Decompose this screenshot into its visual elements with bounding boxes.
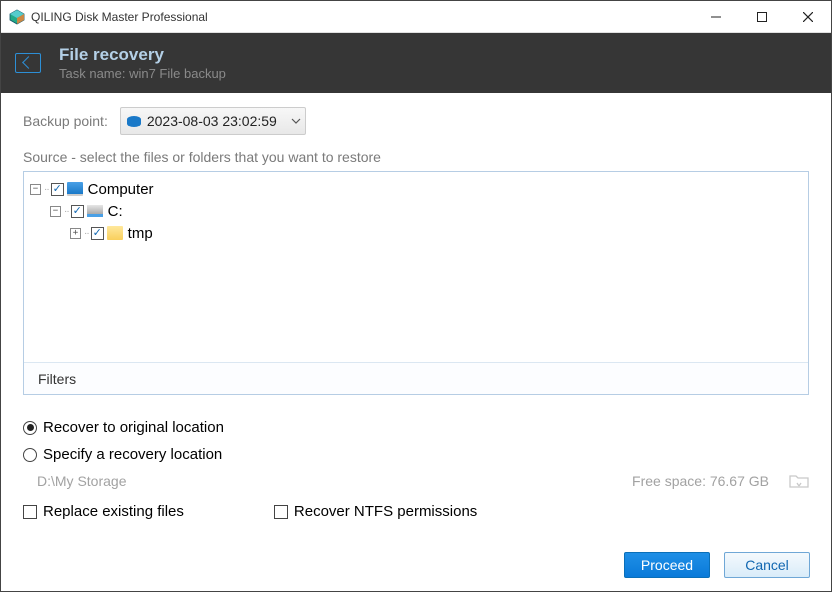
maximize-button[interactable] (739, 1, 785, 32)
source-label: Source - select the files or folders tha… (23, 149, 809, 165)
app-icon (9, 9, 25, 25)
recovery-location-group: Recover to original location Specify a r… (23, 419, 809, 489)
backup-point-row: Backup point: 2023-08-03 23:02:59 (23, 107, 809, 135)
filters-bar[interactable]: Filters (24, 362, 808, 394)
radio-specify-location[interactable]: Specify a recovery location (23, 446, 809, 463)
task-name-label: Task name: win7 File backup (59, 66, 226, 81)
recovery-path-row: D:\My Storage Free space: 76.67 GB (37, 473, 809, 489)
disk-icon (127, 116, 141, 127)
browse-folder-icon[interactable] (789, 473, 809, 489)
source-tree-container: − ·· ✓ Computer − ·· ✓ C: + ·· ✓ tmp (23, 171, 809, 395)
checkbox-icon (23, 505, 37, 519)
recovery-path: D:\My Storage (37, 473, 632, 489)
tree-node-folder[interactable]: + ·· ✓ tmp (70, 222, 802, 244)
page-header: File recovery Task name: win7 File backu… (1, 33, 831, 93)
tree-label: Computer (88, 181, 154, 198)
drive-icon (87, 205, 103, 217)
tree-node-computer[interactable]: − ·· ✓ Computer (30, 178, 802, 200)
filters-label: Filters (38, 371, 76, 387)
expand-icon[interactable]: + (70, 228, 81, 239)
close-button[interactable] (785, 1, 831, 32)
radio-icon (23, 448, 37, 462)
radio-original-location[interactable]: Recover to original location (23, 419, 809, 436)
collapse-icon[interactable]: − (50, 206, 61, 217)
radio-label: Recover to original location (43, 419, 224, 436)
backup-point-value: 2023-08-03 23:02:59 (147, 113, 277, 129)
tree-node-drive[interactable]: − ·· ✓ C: (50, 200, 802, 222)
option-label: Replace existing files (43, 503, 184, 520)
radio-label: Specify a recovery location (43, 446, 222, 463)
proceed-button[interactable]: Proceed (624, 552, 710, 578)
window-controls (693, 1, 831, 32)
collapse-icon[interactable]: − (30, 184, 41, 195)
options-row: Replace existing files Recover NTFS perm… (23, 503, 809, 520)
minimize-button[interactable] (693, 1, 739, 32)
backup-point-dropdown[interactable]: 2023-08-03 23:02:59 (120, 107, 306, 135)
option-label: Recover NTFS permissions (294, 503, 477, 520)
backup-point-label: Backup point: (23, 113, 108, 129)
radio-icon (23, 421, 37, 435)
cancel-button[interactable]: Cancel (724, 552, 810, 578)
title-bar: QILING Disk Master Professional (1, 1, 831, 33)
checkbox-folder[interactable]: ✓ (91, 227, 104, 240)
page-title: File recovery (59, 45, 226, 65)
tree-label: tmp (128, 225, 153, 242)
checkbox-replace-existing[interactable]: Replace existing files (23, 503, 184, 520)
chevron-down-icon (291, 118, 301, 124)
window-title: QILING Disk Master Professional (31, 10, 693, 24)
checkbox-icon (274, 505, 288, 519)
source-tree[interactable]: − ·· ✓ Computer − ·· ✓ C: + ·· ✓ tmp (24, 172, 808, 250)
computer-icon (67, 182, 83, 196)
folder-icon (107, 226, 123, 240)
tree-label: C: (108, 203, 123, 220)
checkbox-recover-ntfs[interactable]: Recover NTFS permissions (274, 503, 477, 520)
checkbox-computer[interactable]: ✓ (51, 183, 64, 196)
footer-buttons: Proceed Cancel (624, 552, 810, 578)
recovery-icon (15, 53, 41, 73)
free-space-label: Free space: 76.67 GB (632, 473, 769, 489)
checkbox-drive[interactable]: ✓ (71, 205, 84, 218)
content: Backup point: 2023-08-03 23:02:59 Source… (1, 93, 831, 534)
